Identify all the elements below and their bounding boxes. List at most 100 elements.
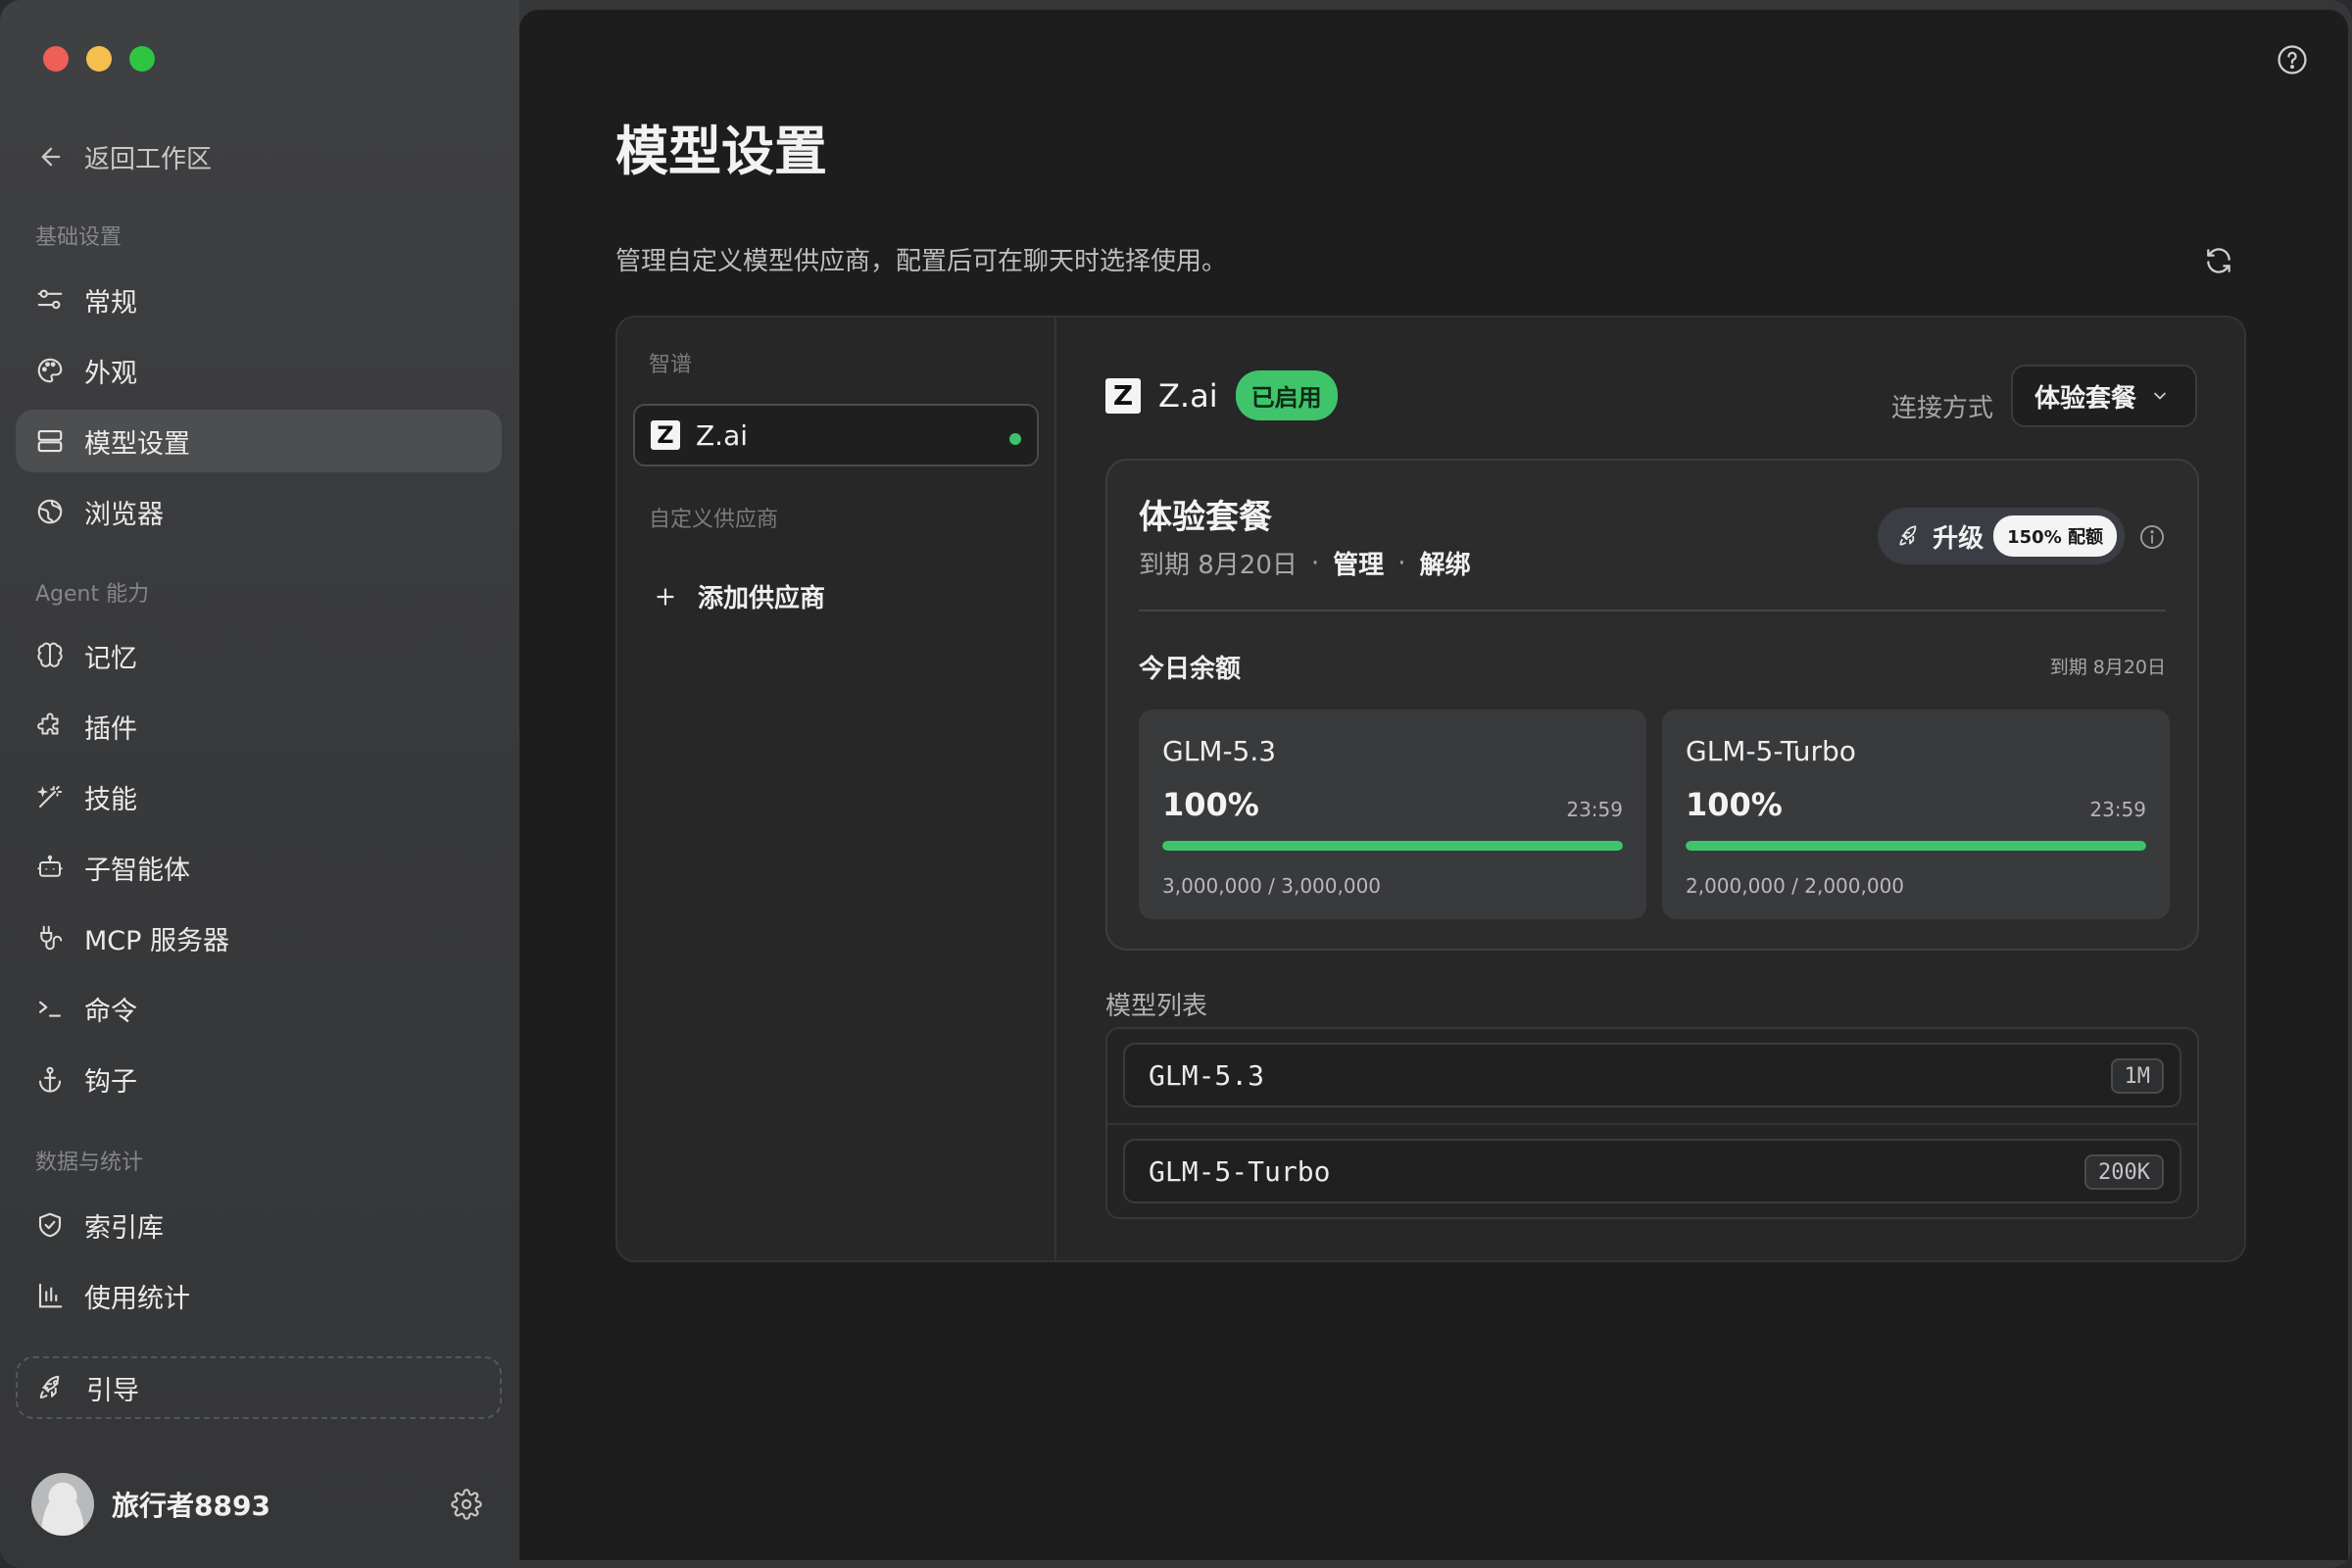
page-description: 管理自定义模型供应商，配置后可在聊天时选择使用。	[615, 247, 1228, 276]
quota-card-glm-5-3: GLM-5.3 100% 23:59 3,000,000 / 3,000,000	[1139, 710, 1646, 919]
divider	[1139, 610, 2166, 612]
context-size-badge: 1M	[2110, 1058, 2164, 1094]
quota-usage: 3,000,000 / 3,000,000	[1162, 874, 1382, 898]
provider-item-zai[interactable]: Z Z.ai	[633, 404, 1039, 466]
guide-label: 引导	[86, 1375, 139, 1406]
user-name: 旅行者8893	[112, 1490, 270, 1522]
quota-percent: 100%	[1162, 786, 1259, 823]
active-status-dot	[1009, 433, 1021, 445]
sidebar-item-label: 模型设置	[84, 428, 190, 460]
quota-model-name: GLM-5.3	[1162, 735, 1277, 767]
model-name: GLM-5-Turbo	[1149, 1154, 1331, 1188]
sidebar-item-hooks[interactable]: 钩子	[16, 1048, 502, 1110]
minimize-window-button[interactable]	[86, 46, 112, 72]
sidebar-item-label: 钩子	[84, 1066, 137, 1098]
sidebar-item-label: 外观	[84, 358, 137, 389]
window-controls	[43, 46, 155, 72]
add-provider-button[interactable]: 添加供应商	[653, 578, 825, 614]
sidebar-item-label: 插件	[84, 713, 137, 745]
upgrade-button[interactable]: 升级 150% 配额	[1878, 508, 2125, 564]
plan-card: 体验套餐 到期 8月20日 · 管理 · 解绑 升级 150% 配额 今日余额 …	[1105, 459, 2199, 951]
sidebar-item-commands[interactable]: 命令	[16, 977, 502, 1040]
sidebar-item-appearance[interactable]: 外观	[16, 339, 502, 402]
plan-meta: 到期 8月20日 · 管理 · 解绑	[1139, 545, 1470, 581]
sliders-icon	[37, 289, 63, 310]
sidebar-item-label: 技能	[84, 784, 137, 815]
quota-multiplier-badge: 150% 配额	[1993, 515, 2117, 557]
meta-separator: ·	[1397, 548, 1406, 578]
help-icon[interactable]	[2276, 43, 2309, 76]
quota-progress-bar	[1162, 841, 1623, 851]
model-list-label: 模型列表	[1105, 992, 1208, 1021]
avatar[interactable]	[31, 1473, 94, 1536]
list-item[interactable]: GLM-5.3 1M	[1123, 1043, 2181, 1107]
close-window-button[interactable]	[43, 46, 69, 72]
sidebar-item-memory[interactable]: 记忆	[16, 624, 502, 687]
connection-mode-select[interactable]: 体验套餐	[2011, 365, 2197, 427]
quota-reset-time: 23:59	[2089, 798, 2146, 821]
custom-providers-label: 自定义供应商	[649, 508, 779, 532]
sidebar-item-mcp[interactable]: MCP 服务器	[16, 906, 502, 969]
list-item[interactable]: GLM-5-Turbo 200K	[1123, 1139, 2181, 1203]
quota-percent: 100%	[1686, 786, 1783, 823]
unbind-link[interactable]: 解绑	[1419, 545, 1470, 581]
today-balance-label: 今日余额	[1139, 655, 1242, 684]
guide-button[interactable]: 引导	[16, 1356, 502, 1419]
add-provider-label: 添加供应商	[698, 584, 826, 613]
manage-link[interactable]: 管理	[1333, 545, 1384, 581]
server-icon	[37, 429, 63, 453]
bar-chart-icon	[38, 1283, 63, 1308]
sidebar-item-usage[interactable]: 使用统计	[16, 1264, 502, 1327]
meta-separator: ·	[1310, 548, 1320, 578]
sidebar-item-models[interactable]: 模型设置	[16, 410, 502, 472]
brain-icon	[37, 642, 63, 667]
quota-usage: 2,000,000 / 2,000,000	[1686, 874, 1905, 898]
sidebar-item-subagents[interactable]: 子智能体	[16, 836, 502, 899]
app-window: 返回工作区 基础设置 常规 外观 模型设置 浏览器 Agent 能力 记忆 插件	[0, 0, 2352, 1568]
sidebar-item-browser[interactable]: 浏览器	[16, 480, 502, 543]
palette-icon	[37, 358, 63, 383]
section-title-agent: Agent 能力	[35, 582, 150, 607]
back-label: 返回工作区	[84, 144, 213, 174]
connection-mode-label: 连接方式	[1890, 394, 1993, 423]
quota-progress-bar	[1686, 841, 2146, 851]
plug-icon	[40, 925, 63, 951]
info-icon[interactable]	[2138, 523, 2166, 551]
anchor-icon	[38, 1066, 62, 1093]
plan-expiry: 到期 8月20日	[1139, 551, 1298, 580]
plan-title: 体验套餐	[1139, 498, 1272, 537]
globe-icon	[37, 499, 63, 524]
rocket-icon	[39, 1375, 60, 1398]
provider-detail: Z Z.ai 已启用 连接方式 体验套餐 体验套餐 到期 8月20日 · 管理 …	[1058, 318, 2244, 1260]
sidebar-item-general[interactable]: 常规	[16, 269, 502, 331]
gear-icon[interactable]	[451, 1489, 482, 1520]
main-content: 模型设置 管理自定义模型供应商，配置后可在聊天时选择使用。 智谱 Z Z.ai …	[519, 10, 2348, 1560]
upgrade-label: 升级	[1933, 523, 1984, 554]
plus-icon	[657, 587, 674, 606]
sidebar-item-label: 常规	[84, 287, 137, 318]
builtin-providers-label: 智谱	[649, 353, 693, 377]
status-badge: 已启用	[1235, 370, 1338, 420]
quota-model-name: GLM-5-Turbo	[1686, 735, 1856, 767]
provider-name: Z.ai	[696, 418, 749, 452]
back-to-workspace-link[interactable]: 返回工作区	[37, 137, 212, 176]
sidebar-item-label: 子智能体	[84, 855, 190, 886]
sidebar-item-plugins[interactable]: 插件	[16, 695, 502, 758]
sidebar-item-skills[interactable]: 技能	[16, 765, 502, 828]
arrow-left-icon	[41, 147, 61, 167]
provider-title: Z.ai	[1158, 376, 1218, 415]
section-title-data: 数据与统计	[35, 1151, 144, 1175]
refresh-icon[interactable]	[2203, 245, 2234, 276]
sidebar-item-label: MCP 服务器	[84, 925, 230, 956]
maximize-window-button[interactable]	[129, 46, 155, 72]
shield-check-icon	[38, 1212, 62, 1238]
sidebar-item-index[interactable]: 索引库	[16, 1194, 502, 1256]
sidebar-item-label: 记忆	[84, 643, 137, 674]
divider	[1107, 1123, 2197, 1125]
user-profile: 旅行者8893	[31, 1470, 482, 1539]
sidebar: 返回工作区 基础设置 常规 外观 模型设置 浏览器 Agent 能力 记忆 插件	[0, 0, 519, 1568]
model-name: GLM-5.3	[1149, 1058, 1265, 1092]
sidebar-item-label: 命令	[84, 996, 137, 1027]
bot-icon	[37, 855, 63, 877]
model-list: GLM-5.3 1M GLM-5-Turbo 200K	[1105, 1027, 2199, 1219]
